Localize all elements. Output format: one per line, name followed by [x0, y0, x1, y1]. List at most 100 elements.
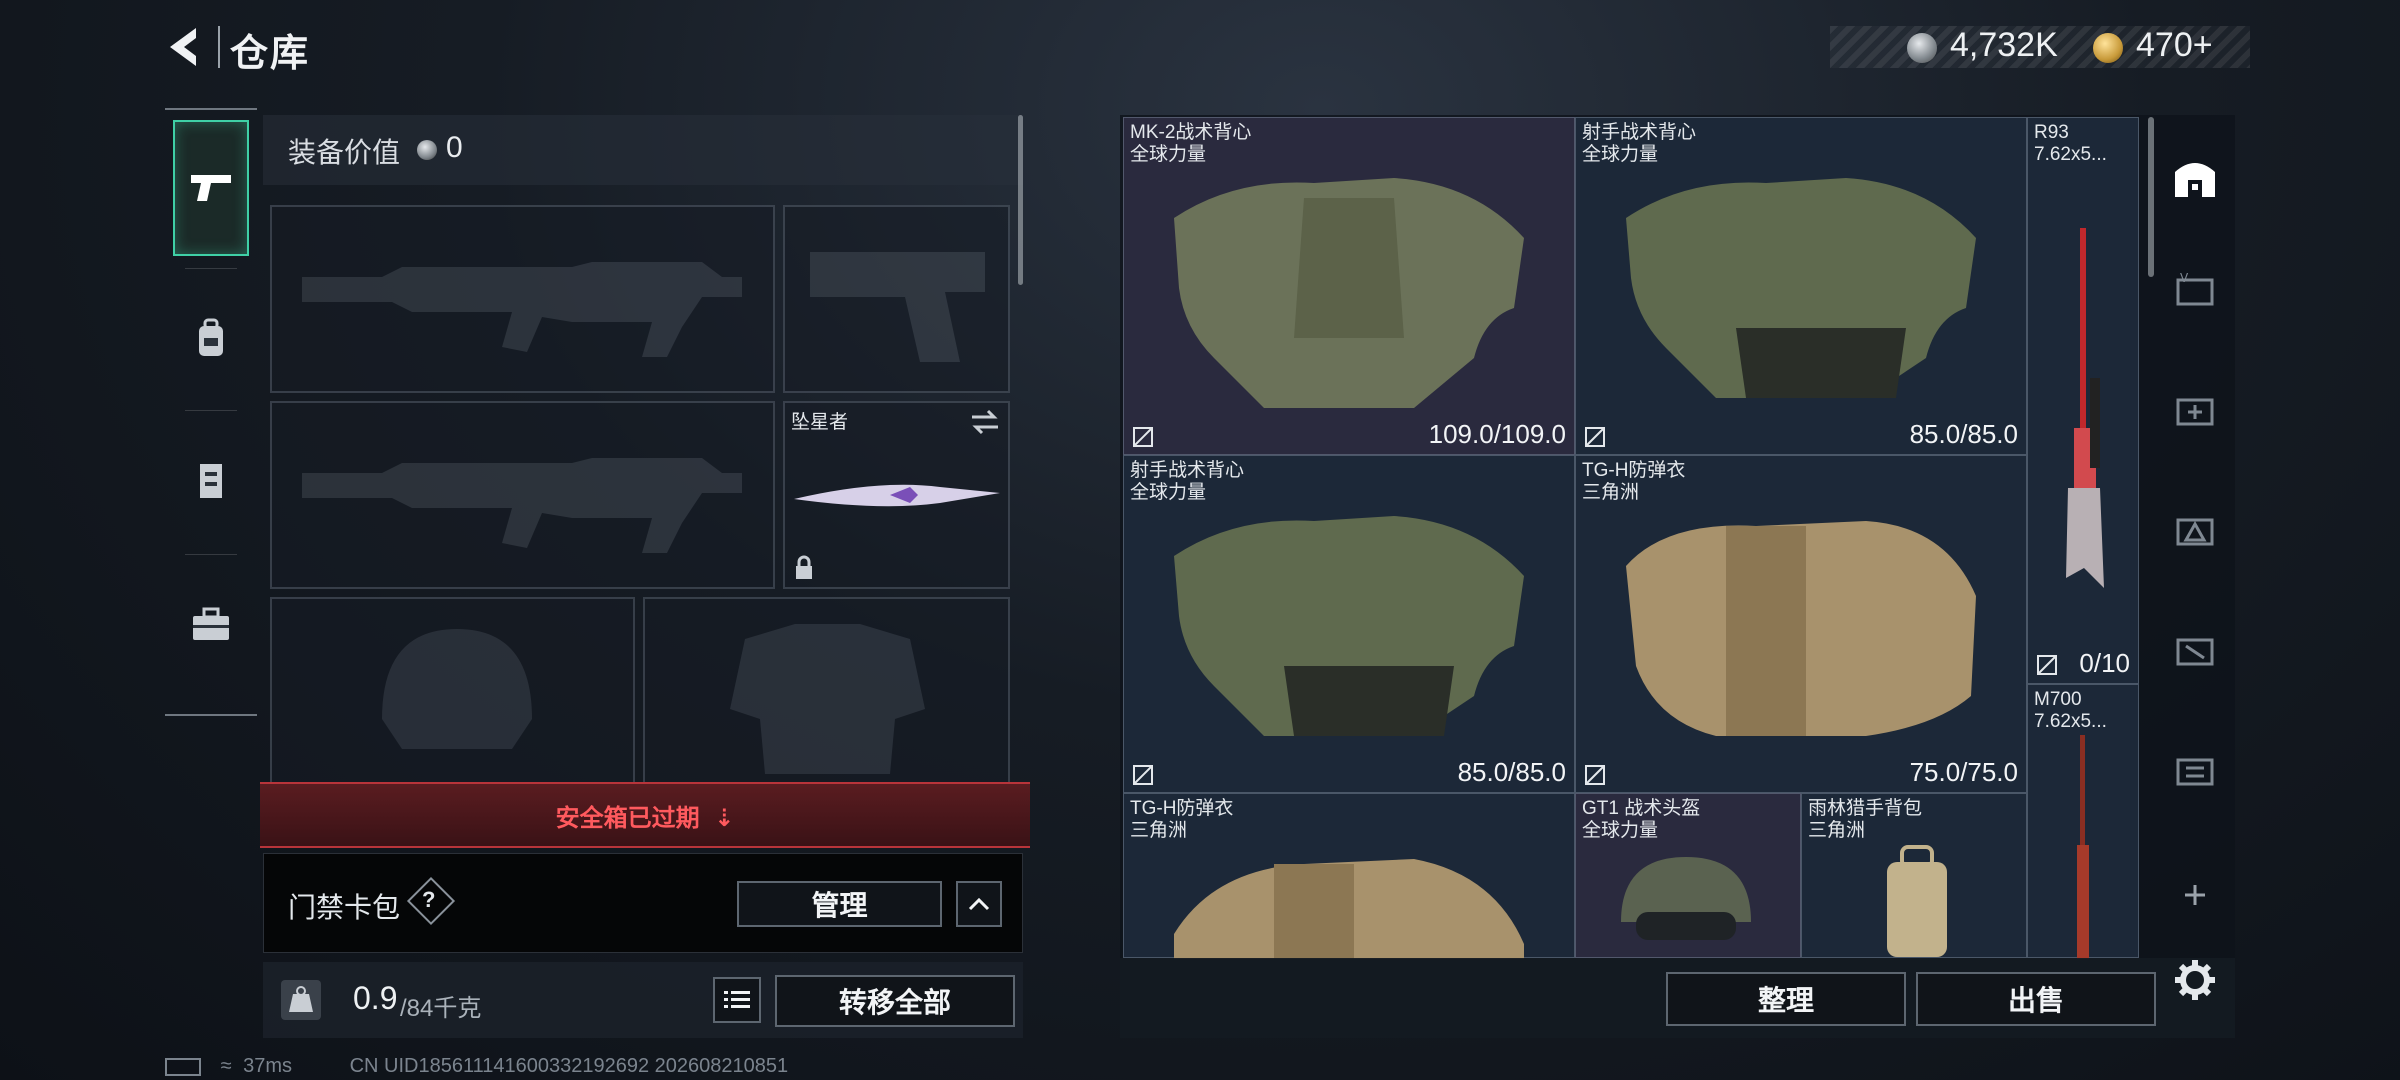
nav-vest[interactable]	[173, 412, 249, 548]
stash-item-tgh-armor[interactable]: TG-H防弹衣 三角洲 75.0/75.0	[1575, 455, 2027, 793]
stash-item-r93[interactable]: R93 7.62x5... 0/10	[2027, 117, 2139, 684]
chevron-down-icon: ⇣	[714, 805, 735, 832]
weight-icon	[281, 980, 321, 1020]
vest-image	[1174, 178, 1524, 408]
swap-icon[interactable]	[970, 409, 1000, 435]
chevron-up-icon	[968, 897, 990, 911]
stash-action-bar: 整理 出售	[1120, 958, 2235, 1038]
stash-item-shooter-vest[interactable]: 射手战术背心 全球力量 85.0/85.0	[1123, 455, 1575, 793]
weight-capacity: /84千克	[400, 995, 482, 1022]
tab-stash-iii[interactable]	[2160, 600, 2230, 700]
stash-page-icon: V	[2176, 271, 2214, 306]
no-trade-icon	[1585, 765, 1605, 785]
stash-item-m700[interactable]: M700 7.62x5...	[2027, 684, 2139, 959]
backpack-icon	[199, 318, 223, 356]
settings-button[interactable]	[2160, 930, 2230, 1030]
plus-icon	[2185, 885, 2205, 905]
equipment-value: 0	[446, 131, 463, 164]
pistol-slot[interactable]	[783, 205, 1010, 393]
lock-icon	[796, 555, 812, 579]
back-button[interactable]	[160, 22, 210, 72]
item-durability: 85.0/85.0	[1457, 757, 1566, 787]
item-name: TG-H防弹衣 三角洲	[1130, 798, 1234, 841]
item-name: GT1 战术头盔 全球力量	[1582, 798, 1701, 841]
armor-image	[1626, 521, 1976, 736]
item-durability: 109.0/109.0	[1428, 419, 1566, 449]
vest-image	[1626, 178, 1976, 398]
stash-item-jungle-backpack[interactable]: 雨林猎手背包 三角洲	[1801, 793, 2027, 958]
toolbox-icon	[193, 607, 229, 640]
gear-icon	[2175, 960, 2215, 1000]
item-durability: 85.0/85.0	[1909, 419, 2018, 449]
primary-weapon-slot[interactable]	[270, 205, 775, 393]
stash-scrollbar[interactable]	[2148, 117, 2154, 277]
secondary-weapon-slot[interactable]	[270, 401, 775, 589]
armor-slot[interactable]	[643, 597, 1010, 787]
rifle-silhouette-icon	[302, 458, 742, 553]
warehouse-icon	[2175, 163, 2215, 197]
sort-button[interactable]: 整理	[1666, 972, 1906, 1026]
nav-backpack[interactable]	[173, 270, 249, 406]
tab-stash-v[interactable]: V	[2160, 240, 2230, 340]
sniper-rifle-image	[2066, 228, 2104, 588]
sniper-rifle-image	[2077, 735, 2089, 959]
manage-button[interactable]: 管理	[737, 881, 942, 927]
melee-slot[interactable]: 坠星者	[783, 401, 1010, 589]
item-name: R93 7.62x5...	[2034, 122, 2107, 165]
no-trade-icon	[1133, 765, 1153, 785]
item-count: 0/10	[2079, 648, 2130, 678]
nav-weapons[interactable]	[173, 120, 249, 256]
stash-item-gt1-helmet[interactable]: GT1 战术头盔 全球力量	[1575, 793, 1801, 958]
stash-page-icon	[2176, 638, 2214, 666]
equipment-value-label: 装备价值	[288, 137, 401, 168]
pistol-silhouette-icon	[810, 252, 985, 362]
back-arrow-icon	[170, 28, 196, 66]
gold-currency-value[interactable]: 470+	[2136, 26, 2213, 65]
ping-value: 37ms	[243, 1055, 293, 1077]
pistol-icon	[191, 175, 231, 201]
backpack-image	[1887, 845, 1947, 957]
tab-all-stash[interactable]	[2160, 127, 2230, 227]
collapse-button[interactable]	[956, 881, 1002, 927]
item-name: M700 7.62x5...	[2034, 689, 2107, 732]
vest-image	[1174, 516, 1524, 736]
weight-current: 0.9	[353, 980, 398, 1016]
stash-item-shooter-vest[interactable]: 射手战术背心 全球力量 85.0/85.0	[1575, 117, 2027, 455]
stash-page-icon	[2176, 758, 2214, 786]
silver-currency-value: 4,732K	[1950, 26, 2058, 64]
nav-divider	[185, 268, 237, 269]
helmet-image	[1621, 857, 1751, 940]
nav-toolbox[interactable]	[173, 556, 249, 692]
list-view-button[interactable]	[713, 977, 761, 1023]
tab-stash-ii[interactable]	[2160, 360, 2230, 460]
svg-text:V: V	[2180, 271, 2189, 285]
help-icon: ?	[422, 887, 436, 912]
helmet-slot[interactable]	[270, 597, 635, 787]
no-trade-icon	[1585, 427, 1605, 447]
category-nav	[165, 108, 257, 716]
vest-icon	[200, 464, 222, 498]
armor-silhouette-icon	[730, 624, 925, 774]
stash-item-tgh-armor[interactable]: TG-H防弹衣 三角洲	[1123, 793, 1575, 959]
uid-text: CN UID185611141600332192692 202608210851	[349, 1055, 789, 1077]
keycard-label: 门禁卡包	[288, 892, 401, 923]
list-icon	[724, 991, 750, 1008]
keycard-panel: 门禁卡包 ? 管理	[263, 853, 1023, 953]
stash-page-icon	[2176, 518, 2214, 546]
rifle-silhouette-icon	[302, 262, 742, 357]
equipment-scrollbar[interactable]	[1018, 115, 1023, 285]
stash-tabs: V	[2160, 115, 2230, 1035]
page-title: 仓库	[230, 33, 311, 75]
safebox-expired-banner[interactable]: 安全箱已过期 ⇣	[260, 782, 1030, 848]
wifi-icon: ≈	[220, 1055, 232, 1077]
transfer-all-button[interactable]: 转移全部	[775, 975, 1015, 1027]
battery-icon	[165, 1057, 201, 1076]
tab-stash-iv-b[interactable]	[2160, 720, 2230, 820]
stash-page-icon	[2176, 398, 2214, 426]
no-trade-icon	[1133, 427, 1153, 447]
melee-name: 坠星者	[791, 412, 849, 433]
sell-button[interactable]: 出售	[1916, 972, 2156, 1026]
tab-stash-iv[interactable]	[2160, 480, 2230, 580]
weight-bar: 0.9 /84千克 转移全部	[263, 962, 1023, 1038]
stash-item-mk2-vest[interactable]: MK-2战术背心 全球力量 109.0/109.0	[1123, 117, 1575, 455]
